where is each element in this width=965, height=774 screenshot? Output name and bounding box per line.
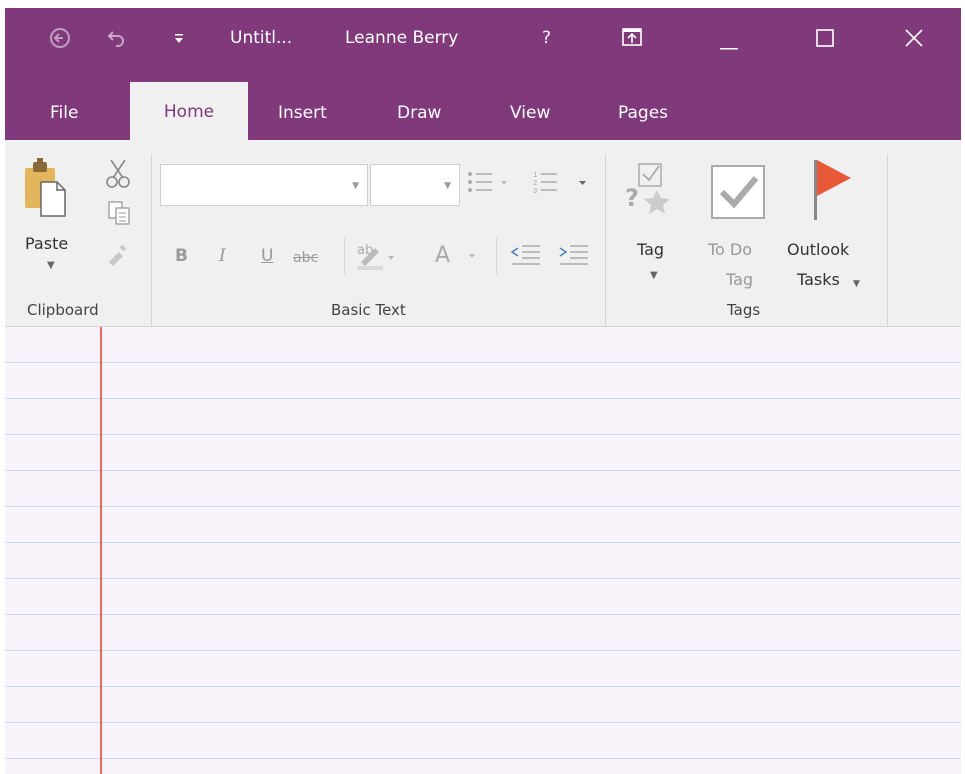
tab-file[interactable]: File bbox=[50, 102, 78, 124]
outlook-tasks-dropdown-icon[interactable]: ▼ bbox=[853, 274, 860, 294]
tag-icon[interactable]: ? bbox=[623, 162, 675, 222]
format-painter-icon[interactable] bbox=[105, 240, 131, 270]
decrease-indent-icon[interactable] bbox=[510, 242, 542, 270]
tag-dropdown-icon[interactable]: ▼ bbox=[650, 266, 658, 286]
maximize-icon[interactable] bbox=[816, 29, 834, 52]
question-glyph: ? bbox=[625, 184, 639, 212]
help-button[interactable]: ? bbox=[542, 28, 551, 48]
todo-tag-label-line1[interactable]: To Do bbox=[708, 240, 752, 260]
customize-quick-access-icon[interactable] bbox=[173, 30, 185, 50]
outlook-tasks-label-line2[interactable]: Tasks bbox=[797, 270, 840, 290]
paste-dropdown-icon[interactable]: ▼ bbox=[47, 256, 55, 276]
minimize-icon[interactable] bbox=[720, 36, 738, 56]
tab-home[interactable]: Home bbox=[130, 82, 248, 142]
flag-icon[interactable] bbox=[811, 158, 855, 226]
page-margin-line bbox=[100, 327, 102, 774]
font-color-glyph: A bbox=[435, 243, 450, 268]
tab-draw[interactable]: Draw bbox=[397, 102, 441, 124]
separator bbox=[344, 238, 345, 274]
tags-group-label: Tags bbox=[727, 301, 761, 319]
copy-icon[interactable] bbox=[107, 200, 133, 230]
increase-indent-icon[interactable] bbox=[558, 242, 590, 270]
highlight-icon[interactable]: ab bbox=[355, 238, 397, 276]
font-color-icon[interactable]: A bbox=[433, 240, 481, 274]
tag-label[interactable]: Tag bbox=[637, 240, 664, 260]
onenote-window: Untitl... Leanne Berry ? File Insert Dra… bbox=[5, 8, 961, 774]
svg-text:2: 2 bbox=[533, 179, 537, 187]
separator bbox=[887, 154, 888, 326]
user-name[interactable]: Leanne Berry bbox=[345, 28, 458, 48]
separator bbox=[151, 154, 152, 326]
tab-insert[interactable]: Insert bbox=[278, 102, 327, 124]
font-name-combo[interactable]: ▼ bbox=[160, 164, 368, 206]
ribbon: Paste ▼ Clipboard ▼ ▼ 123 B I U abc ab A… bbox=[5, 140, 961, 327]
svg-text:3: 3 bbox=[533, 187, 537, 194]
tab-view[interactable]: View bbox=[510, 102, 550, 124]
chevron-down-icon[interactable]: ▼ bbox=[444, 181, 451, 191]
tab-pages[interactable]: Pages bbox=[618, 102, 668, 124]
close-icon[interactable] bbox=[905, 29, 923, 52]
chevron-down-icon[interactable]: ▼ bbox=[352, 181, 359, 191]
outlook-tasks-label-line1[interactable]: Outlook bbox=[787, 240, 849, 260]
clipboard-group-label: Clipboard bbox=[27, 301, 99, 319]
title-bar: Untitl... Leanne Berry ? bbox=[5, 8, 961, 82]
underline-button[interactable]: U bbox=[261, 246, 273, 266]
paste-icon[interactable] bbox=[23, 156, 67, 222]
ribbon-display-options-icon[interactable] bbox=[622, 28, 642, 51]
strikethrough-button[interactable]: abc bbox=[293, 248, 318, 268]
separator bbox=[605, 154, 606, 326]
paste-label[interactable]: Paste bbox=[25, 234, 68, 254]
basic-text-group-label: Basic Text bbox=[331, 301, 406, 319]
notebook-page[interactable] bbox=[5, 327, 961, 774]
svg-text:1: 1 bbox=[533, 171, 537, 179]
font-size-combo[interactable]: ▼ bbox=[370, 164, 460, 206]
bullets-icon[interactable] bbox=[467, 170, 511, 198]
bold-button[interactable]: B bbox=[175, 246, 188, 266]
tab-home-label: Home bbox=[163, 102, 215, 122]
cut-icon[interactable] bbox=[105, 158, 131, 194]
separator bbox=[496, 238, 497, 274]
todo-tag-icon[interactable] bbox=[710, 164, 766, 224]
numbering-icon[interactable]: 123 bbox=[533, 170, 589, 198]
back-icon[interactable] bbox=[49, 27, 71, 54]
document-title: Untitl... bbox=[230, 28, 293, 48]
todo-tag-label-line2[interactable]: Tag bbox=[726, 270, 753, 290]
italic-button[interactable]: I bbox=[219, 246, 226, 266]
undo-icon[interactable] bbox=[107, 28, 127, 53]
